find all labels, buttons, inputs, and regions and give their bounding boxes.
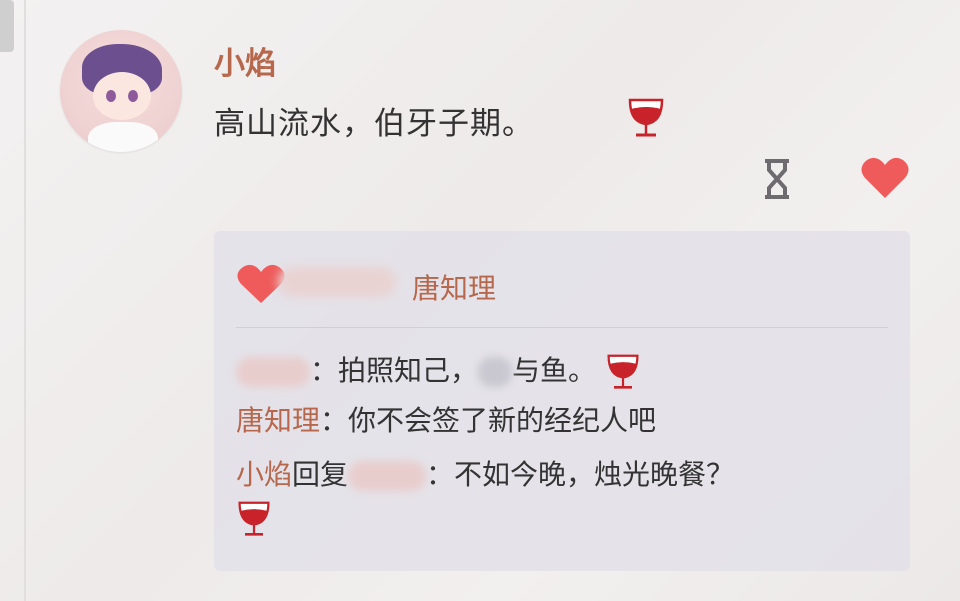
scroll-indicator bbox=[0, 0, 14, 52]
hourglass-icon[interactable] bbox=[762, 158, 792, 200]
wine-glass-icon bbox=[628, 98, 664, 137]
card-divider bbox=[236, 327, 888, 328]
comment-item[interactable]: ：拍照知己， 与鱼。 bbox=[236, 349, 641, 392]
reply-card: 唐知理 ：拍照知己， 与鱼。 唐知理：你不会签了新的经纪人吧 小焰回复 ：不如今晚，… bbox=[214, 231, 910, 571]
liker-name[interactable]: 唐知理 bbox=[412, 267, 496, 307]
blurred-text bbox=[478, 357, 513, 387]
blurred-name bbox=[348, 461, 427, 491]
commenter-name[interactable]: 唐知理 bbox=[236, 404, 320, 437]
comment-item[interactable]: 小焰回复 ：不如今晚，烛光晚餐？ bbox=[236, 453, 734, 493]
wine-glass-icon bbox=[607, 354, 639, 389]
blurred-name bbox=[236, 357, 310, 387]
wine-glass-icon bbox=[238, 501, 270, 536]
comment-item-emoji bbox=[236, 499, 272, 539]
post-text: 高山流水，伯牙子期。 bbox=[214, 106, 534, 142]
divider bbox=[24, 0, 26, 601]
avatar[interactable] bbox=[60, 30, 182, 152]
heart-icon[interactable] bbox=[860, 156, 910, 200]
comment-item[interactable]: 唐知理：你不会签了新的经纪人吧 bbox=[236, 399, 656, 439]
post-username[interactable]: 小焰 bbox=[214, 38, 276, 83]
blurred-likers bbox=[278, 267, 396, 297]
likes-row: 唐知理 bbox=[214, 231, 910, 327]
commenter-name[interactable]: 小焰 bbox=[236, 458, 292, 491]
